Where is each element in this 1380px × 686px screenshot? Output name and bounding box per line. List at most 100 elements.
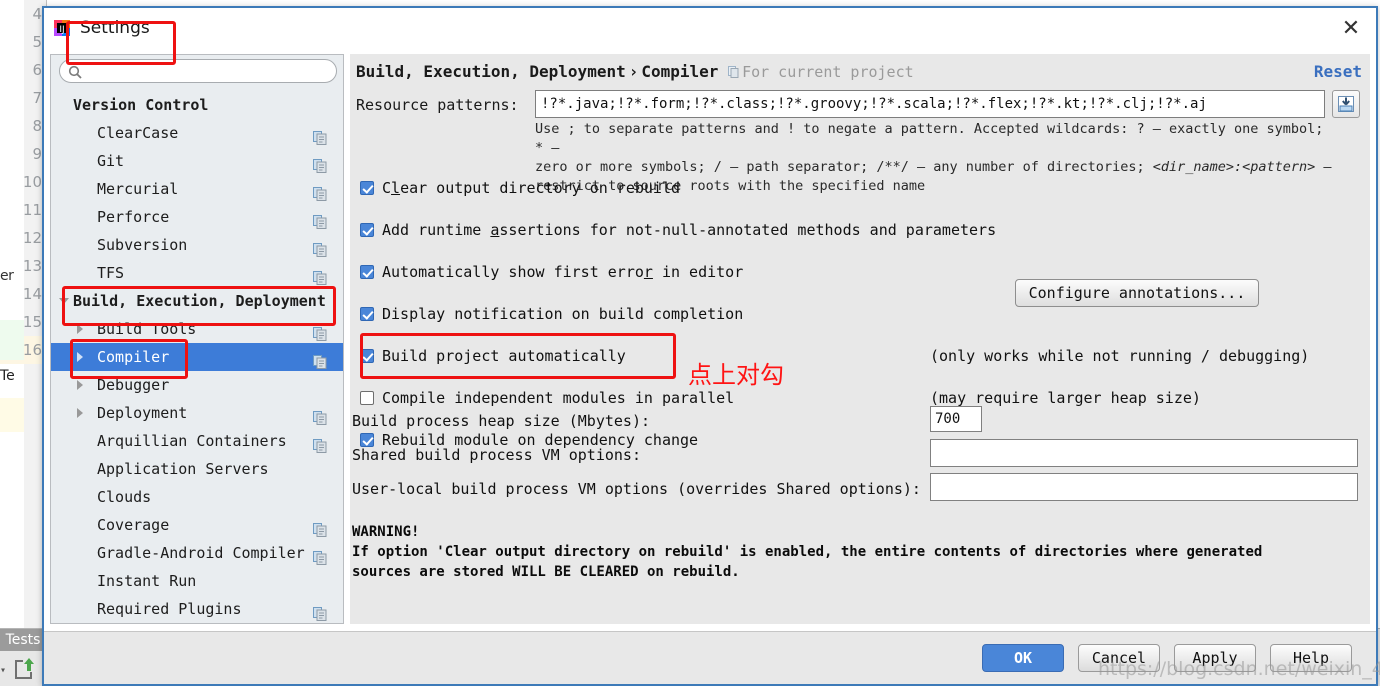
chevron-right-icon[interactable]: [77, 324, 83, 334]
copy-settings-icon[interactable]: [313, 518, 327, 537]
help-button[interactable]: Help: [1270, 644, 1352, 672]
sidebar-item-label: Coverage: [97, 516, 170, 534]
copy-settings-icon[interactable]: [313, 546, 327, 565]
checkbox-label: Compile independent modules in parallel: [382, 389, 735, 407]
chevron-down-icon[interactable]: [59, 298, 69, 304]
checkbox-side-note: (only works while not running / debuggin…: [930, 347, 1310, 365]
breadcrumb-part-1[interactable]: Build, Execution, Deployment: [356, 62, 626, 81]
sidebar-item-debugger[interactable]: Debugger: [51, 371, 343, 399]
tests-tab[interactable]: Tests: [0, 629, 46, 651]
sidebar-item-clearcase[interactable]: ClearCase: [51, 119, 343, 147]
intellij-logo-icon: IJ: [54, 20, 70, 36]
copy-settings-icon[interactable]: [313, 350, 327, 369]
checkbox-row-compile-independent-modules-in-parallel[interactable]: Compile independent modules in parallel: [360, 389, 734, 407]
cancel-button[interactable]: Cancel: [1078, 644, 1160, 672]
checkbox-row-clear-output-directory-on-rebuild[interactable]: Clear output directory on rebuild: [360, 179, 680, 197]
search-input[interactable]: [59, 59, 337, 83]
dropdown-caret-icon[interactable]: ▾: [0, 665, 6, 676]
sidebar-item-required-plugins[interactable]: Required Plugins: [51, 595, 343, 623]
sidebar-item-mercurial[interactable]: Mercurial: [51, 175, 343, 203]
reset-link[interactable]: Reset: [1314, 62, 1362, 81]
copy-settings-icon[interactable]: [313, 602, 327, 621]
dialog-footer: OK Cancel Apply Help: [44, 631, 1376, 684]
checkbox-indicator[interactable]: [360, 349, 374, 363]
cancel-label: Cancel: [1091, 649, 1147, 667]
copy-settings-icon[interactable]: [313, 266, 327, 285]
checkbox-row-add-runtime-assertions-for-not-null-annotated-methods-and-parameters[interactable]: Add runtime assertions for not-null-anno…: [360, 221, 996, 239]
line-number: 5: [32, 33, 42, 51]
sidebar-item-instant-run[interactable]: Instant Run: [51, 567, 343, 595]
line-number: 12: [22, 229, 42, 247]
checkbox-indicator[interactable]: [360, 433, 374, 447]
sidebar-item-label: Instant Run: [97, 572, 197, 590]
sidebar-item-label: Git: [97, 152, 125, 170]
sidebar-item-perforce[interactable]: Perforce: [51, 203, 343, 231]
sidebar-item-tfs[interactable]: TFS: [51, 259, 343, 287]
chevron-right-icon[interactable]: [77, 380, 83, 390]
warning-title: WARNING!: [352, 524, 420, 540]
sidebar-item-gradle-android-compiler[interactable]: Gradle-Android Compiler: [51, 539, 343, 567]
dialog-title: Settings: [80, 18, 150, 38]
heap-size-label: Build process heap size (Mbytes):: [352, 412, 651, 430]
copy-settings-icon[interactable]: [313, 406, 327, 425]
sidebar-item-arquillian-containers[interactable]: Arquillian Containers: [51, 427, 343, 455]
checkbox-indicator[interactable]: [360, 391, 374, 405]
sidebar-item-build-execution-deployment[interactable]: Build, Execution, Deployment: [51, 287, 343, 315]
checkbox-indicator[interactable]: [360, 307, 374, 321]
editor-text-fragment-2: Te: [0, 368, 15, 384]
sidebar-item-coverage[interactable]: Coverage: [51, 511, 343, 539]
scope-copy-icon: [728, 64, 739, 78]
user-vm-options-label: User-local build process VM options (ove…: [352, 480, 921, 498]
sidebar-item-label: Arquillian Containers: [97, 432, 287, 450]
apply-label: Apply: [1192, 649, 1238, 667]
search-container: [59, 59, 337, 83]
checkbox-row-display-notification-on-build-completion[interactable]: Display notification on build completion: [360, 305, 743, 323]
breadcrumb-separator: ›: [628, 62, 639, 81]
line-number: 8: [32, 117, 42, 135]
import-icon[interactable]: [1332, 90, 1360, 118]
close-icon[interactable]: ✕: [1338, 16, 1364, 42]
copy-settings-icon[interactable]: [313, 154, 327, 173]
sidebar-item-deployment[interactable]: Deployment: [51, 399, 343, 427]
sidebar-item-label: Build, Execution, Deployment: [73, 292, 326, 310]
sidebar-item-clouds[interactable]: Clouds: [51, 483, 343, 511]
copy-settings-icon[interactable]: [313, 238, 327, 257]
checkbox-row-build-project-automatically[interactable]: Build project automatically: [360, 347, 626, 365]
copy-settings-icon[interactable]: [313, 434, 327, 453]
sidebar-item-application-servers[interactable]: Application Servers: [51, 455, 343, 483]
sidebar-item-subversion[interactable]: Subversion: [51, 231, 343, 259]
chevron-right-icon[interactable]: [77, 352, 83, 362]
ok-label: OK: [1013, 649, 1033, 667]
shared-vm-options-label: Shared build process VM options:: [352, 446, 641, 464]
checkbox-indicator[interactable]: [360, 181, 374, 195]
apply-button[interactable]: Apply: [1174, 644, 1256, 672]
copy-settings-icon[interactable]: [313, 322, 327, 341]
sidebar-item-compiler[interactable]: Compiler: [51, 343, 343, 371]
configure-annotations-button[interactable]: Configure annotations...: [1015, 279, 1259, 307]
checkbox-indicator[interactable]: [360, 223, 374, 237]
heap-size-input[interactable]: [930, 406, 982, 432]
settings-tree[interactable]: Version Control ClearCase Git Mercurial Perf…: [51, 91, 343, 623]
compiler-settings-panel: Build, Execution, Deployment › Compiler Fo…: [350, 54, 1370, 624]
sidebar-item-label: Subversion: [97, 236, 188, 254]
chevron-right-icon[interactable]: [77, 408, 83, 418]
editor-change-marker-yellow: [0, 398, 24, 432]
sidebar-item-git[interactable]: Git: [51, 147, 343, 175]
checkbox-indicator[interactable]: [360, 265, 374, 279]
user-vm-options-input[interactable]: [930, 473, 1358, 501]
checkbox-label: Clear output directory on rebuild: [382, 179, 681, 197]
copy-settings-icon[interactable]: [313, 126, 327, 145]
resource-patterns-input[interactable]: [535, 90, 1325, 118]
checkbox-row-automatically-show-first-error-in-editor[interactable]: Automatically show first error in editor: [360, 263, 743, 281]
copy-settings-icon[interactable]: [313, 210, 327, 229]
sidebar-item-version-control[interactable]: Version Control: [51, 91, 343, 119]
checkbox-side-note: (may require larger heap size): [930, 389, 1201, 407]
sidebar-item-label: Mercurial: [97, 180, 179, 198]
shared-vm-options-input[interactable]: [930, 439, 1358, 467]
ok-button[interactable]: OK: [982, 644, 1064, 672]
copy-settings-icon[interactable]: [313, 182, 327, 201]
sidebar-item-build-tools[interactable]: Build Tools: [51, 315, 343, 343]
resource-patterns-label: Resource patterns:: [356, 96, 519, 114]
svg-text:IJ: IJ: [59, 25, 64, 35]
export-run-icon[interactable]: [14, 657, 36, 681]
